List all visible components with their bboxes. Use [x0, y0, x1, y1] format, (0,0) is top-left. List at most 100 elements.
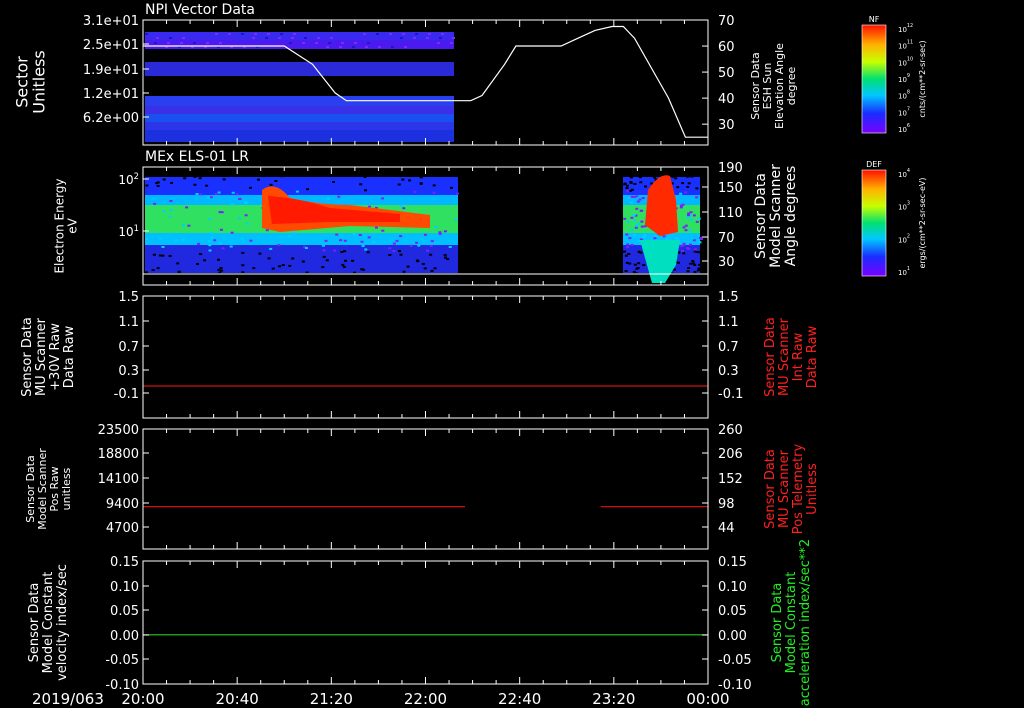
y-tick-label: 2.5e+01: [83, 38, 139, 53]
heatmap-cell: [241, 173, 244, 176]
y2-tick-label: 152: [718, 472, 743, 487]
heatmap-cell: [386, 275, 390, 278]
y2-tick-label: 1.5: [718, 290, 739, 305]
heatmap-cell: [182, 37, 185, 39]
heatmap-cell: [680, 249, 684, 252]
heatmap-cell: [448, 246, 452, 248]
heatmap-cell: [401, 178, 405, 181]
heatmap-cell: [278, 37, 281, 39]
heatmap-cell: [257, 178, 260, 181]
heatmap-cell: [328, 42, 331, 44]
heatmap-band: [145, 245, 458, 273]
heatmap-cell: [682, 242, 686, 245]
heatmap-cell: [156, 185, 160, 187]
heatmap-cell: [640, 220, 644, 223]
heatmap-cell: [633, 263, 637, 266]
heatmap-cell: [654, 174, 658, 177]
heatmap-cell: [244, 201, 248, 204]
y-tick-label: 9400: [106, 497, 139, 512]
y-tick-label: 18800: [98, 447, 139, 462]
heatmap-cell: [169, 279, 173, 282]
heatmap-cell: [694, 248, 698, 251]
heatmap-cell: [392, 242, 396, 245]
heatmap-cell: [443, 254, 447, 257]
heatmap-cell: [676, 261, 680, 264]
y2-tick-label: 98: [718, 497, 735, 512]
heatmap-cell: [156, 267, 160, 270]
heatmap-cell: [207, 196, 210, 199]
heatmap-cell: [415, 259, 419, 262]
heatmap-cell: [628, 262, 632, 265]
colorbar-tick: 101: [898, 266, 910, 277]
heatmap-cell: [653, 176, 657, 179]
heatmap-cell: [419, 182, 423, 185]
heatmap-cell: [421, 263, 425, 265]
heatmap-cell: [395, 239, 399, 242]
time-tick-label: 23:20: [592, 690, 635, 708]
heatmap-cell: [684, 229, 688, 232]
heatmap-cell: [689, 243, 692, 246]
heatmap-cell: [674, 177, 678, 180]
heatmap-cell: [280, 175, 284, 178]
heatmap-cell: [337, 195, 341, 198]
heatmap-cell: [426, 249, 430, 252]
nf-colorbar: [861, 24, 887, 134]
multi-panel-plot: 20:00 20:40 21:20 22:00 22:40 23:20 00:003.1e+…: [13, 2, 928, 708]
heatmap-cell: [361, 268, 365, 271]
heatmap-cell: [169, 200, 173, 202]
heatmap-cell: [363, 33, 366, 35]
heatmap-cell: [209, 196, 213, 199]
heatmap-cell: [183, 177, 187, 180]
heatmap-cell: [400, 37, 403, 39]
colorbar-label: DEF: [866, 160, 882, 169]
heatmap-cell: [305, 271, 309, 274]
y-tick-label: 1.9e+01: [83, 63, 139, 78]
heatmap-cell: [278, 265, 281, 268]
heatmap-cell: [267, 33, 270, 35]
y2-tick-label: 40: [718, 92, 735, 107]
colorbar-tick: 104: [898, 168, 910, 179]
heatmap-cell: [643, 234, 647, 237]
heatmap-cell: [432, 191, 436, 194]
heatmap-cell: [238, 198, 242, 200]
heatmap-cell: [252, 37, 255, 39]
heatmap-cell: [361, 245, 365, 247]
heatmap-cell: [359, 183, 363, 186]
heatmap-cell: [665, 238, 669, 241]
heatmap-cell: [633, 219, 637, 222]
y-axis-label: Sensor Data: [27, 583, 42, 663]
heatmap-cell: [152, 253, 156, 256]
heatmap-cell: [215, 33, 218, 35]
y2-tick-label: 70: [718, 14, 735, 29]
heatmap-cell: [697, 217, 701, 220]
heatmap-cell: [249, 239, 253, 242]
heatmap-cell: [145, 237, 149, 240]
heatmap-cell: [623, 250, 626, 253]
heatmap-cell: [450, 186, 453, 189]
heatmap-cell: [213, 239, 217, 242]
heatmap-cell: [193, 42, 196, 44]
heatmap-band: [145, 122, 454, 130]
heatmap-cell: [630, 216, 634, 219]
heatmap-cell: [639, 181, 643, 184]
colorbar-label: NF: [869, 15, 880, 24]
heatmap-cell: [684, 191, 688, 194]
heatmap-cell: [358, 234, 362, 236]
heatmap-cell: [693, 270, 697, 273]
heatmap-cell: [397, 183, 401, 186]
y2-tick-label: 50: [718, 66, 735, 81]
heatmap-cell: [241, 33, 244, 35]
y-tick-label: 4700: [106, 521, 139, 536]
heatmap-cell: [161, 246, 165, 248]
heatmap-cell: [364, 248, 368, 251]
heatmap-cell: [240, 237, 244, 240]
y-tick-label: 0.00: [110, 629, 139, 644]
heatmap-cell: [630, 188, 634, 191]
panel-title: NPI Vector Data: [145, 2, 255, 18]
heatmap-cell: [695, 196, 699, 199]
y2-tick-label: 110: [718, 206, 743, 221]
y2-tick-label: 60: [718, 40, 735, 55]
heatmap-cell: [195, 193, 199, 195]
y2-axis-label: Sensor Data: [753, 173, 769, 259]
y2-axis-label: MU Scanner: [777, 317, 792, 396]
